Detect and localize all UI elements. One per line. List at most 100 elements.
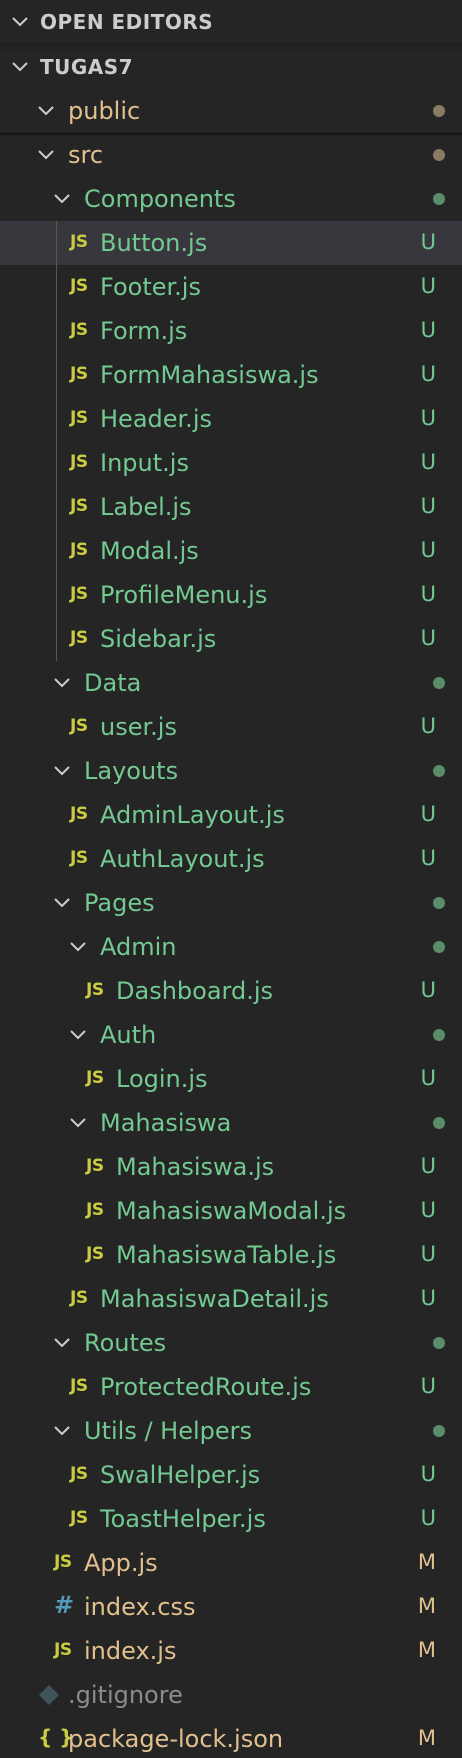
tree-item-label: Components xyxy=(84,185,236,213)
tree-file[interactable]: JS MahasiswaTable.js U xyxy=(0,1233,462,1277)
tree-file[interactable]: JS Header.js U xyxy=(0,397,462,441)
tree-file[interactable]: JS Footer.js U xyxy=(0,265,462,309)
tree-file[interactable]: JS Input.js U xyxy=(0,441,462,485)
tree-item-label: .gitignore xyxy=(68,1681,183,1709)
git-status-badge: U xyxy=(420,1374,436,1398)
tree-item-label: index.js xyxy=(84,1637,177,1665)
status-dot xyxy=(433,1029,445,1041)
git-status-badge: M xyxy=(417,1594,436,1618)
tree-item-label: AdminLayout.js xyxy=(100,801,285,829)
tree-folder[interactable]: Routes xyxy=(0,1321,462,1365)
git-status-badge: U xyxy=(420,1242,436,1266)
tree-file[interactable]: JS SwalHelper.js U xyxy=(0,1453,462,1497)
chevron-down-icon xyxy=(54,898,70,908)
tree-file[interactable]: JS Button.js U xyxy=(0,221,462,265)
javascript-file-icon: JS xyxy=(70,848,88,868)
javascript-file-icon: JS xyxy=(86,1068,104,1088)
javascript-file-icon: JS xyxy=(70,232,88,252)
tree-folder[interactable]: public xyxy=(0,89,462,133)
tree-folder[interactable]: Data xyxy=(0,661,462,705)
tree-item-label: Admin xyxy=(100,933,177,961)
javascript-file-icon: JS xyxy=(70,804,88,824)
indent-guide xyxy=(56,221,57,661)
tree-file[interactable]: JS user.js U xyxy=(0,705,462,749)
tree-file[interactable]: JS Mahasiswa.js U xyxy=(0,1145,462,1189)
tree-file[interactable]: # index.css M xyxy=(0,1585,462,1629)
tree-file[interactable]: JS Sidebar.js U xyxy=(0,617,462,661)
project-header[interactable]: TUGAS7 xyxy=(0,45,462,89)
tree-folder[interactable]: src xyxy=(0,133,462,177)
tree-file[interactable]: JS Label.js U xyxy=(0,485,462,529)
chevron-down-icon xyxy=(70,942,86,952)
tree-folder[interactable]: Auth xyxy=(0,1013,462,1057)
tree-folder[interactable]: Components xyxy=(0,177,462,221)
git-status-badge: U xyxy=(420,1198,436,1222)
tree-item-label: Layouts xyxy=(84,757,179,785)
git-status-badge: U xyxy=(420,802,436,826)
tree-file[interactable]: JS Login.js U xyxy=(0,1057,462,1101)
javascript-file-icon: JS xyxy=(70,1508,88,1528)
chevron-down-icon xyxy=(12,17,28,27)
tree-file[interactable]: JS Modal.js U xyxy=(0,529,462,573)
project-title: TUGAS7 xyxy=(40,55,134,79)
chevron-down-icon xyxy=(54,678,70,688)
tree-item-label: ProtectedRoute.js xyxy=(100,1373,312,1401)
git-status-badge: U xyxy=(420,274,436,298)
javascript-file-icon: JS xyxy=(70,1376,88,1396)
tree-folder[interactable]: Layouts xyxy=(0,749,462,793)
tree-folder[interactable]: Mahasiswa xyxy=(0,1101,462,1145)
chevron-down-icon xyxy=(70,1030,86,1040)
tree-file[interactable]: JS Form.js U xyxy=(0,309,462,353)
git-status-badge: U xyxy=(420,318,436,342)
chevron-down-icon xyxy=(54,1338,70,1348)
tree-folder[interactable]: Admin xyxy=(0,925,462,969)
tree-file[interactable]: { } package-lock.json M xyxy=(0,1717,462,1758)
git-status-badge: M xyxy=(417,1726,436,1750)
tree-file[interactable]: JS Dashboard.js U xyxy=(0,969,462,1013)
git-status-badge: U xyxy=(420,714,436,738)
tree-item-label: index.css xyxy=(84,1593,196,1621)
tree-item-label: package-lock.json xyxy=(68,1725,284,1753)
javascript-file-icon: JS xyxy=(70,716,88,736)
tree-item-label: MahasiswaModal.js xyxy=(116,1197,347,1225)
file-explorer: OPEN EDITORS TUGAS7 public src Components J… xyxy=(0,0,462,1758)
chevron-down-icon xyxy=(38,150,54,160)
tree-file[interactable]: .gitignore xyxy=(0,1673,462,1717)
git-status-badge: U xyxy=(420,582,436,606)
tree-file[interactable]: JS AdminLayout.js U xyxy=(0,793,462,837)
javascript-file-icon: JS xyxy=(70,320,88,340)
tree-item-label: Dashboard.js xyxy=(116,977,274,1005)
tree-file[interactable]: JS ProfileMenu.js U xyxy=(0,573,462,617)
javascript-file-icon: JS xyxy=(70,408,88,428)
open-editors-header[interactable]: OPEN EDITORS xyxy=(0,0,462,44)
tree-file[interactable]: JS App.js M xyxy=(0,1541,462,1585)
git-status-badge: U xyxy=(420,1154,436,1178)
tree-item-label: Auth xyxy=(100,1021,157,1049)
git-status-badge: U xyxy=(420,626,436,650)
tree-file[interactable]: JS MahasiswaDetail.js U xyxy=(0,1277,462,1321)
tree-item-label: MahasiswaTable.js xyxy=(116,1241,337,1269)
git-status-badge: U xyxy=(420,978,436,1002)
git-status-badge: M xyxy=(417,1550,436,1574)
tree-item-label: Mahasiswa xyxy=(100,1109,232,1137)
tree-file[interactable]: JS index.js M xyxy=(0,1629,462,1673)
tree-item-label: Routes xyxy=(84,1329,167,1357)
status-dot xyxy=(433,149,445,161)
tree-folder[interactable]: Utils / Helpers xyxy=(0,1409,462,1453)
javascript-file-icon: JS xyxy=(86,980,104,1000)
tree-item-label: Form.js xyxy=(100,317,188,345)
status-dot xyxy=(433,897,445,909)
tree-file[interactable]: JS ToastHelper.js U xyxy=(0,1497,462,1541)
status-dot xyxy=(433,941,445,953)
tree-folder[interactable]: Pages xyxy=(0,881,462,925)
javascript-file-icon: JS xyxy=(70,628,88,648)
tree-item-label: SwalHelper.js xyxy=(100,1461,261,1489)
git-status-badge: U xyxy=(420,1286,436,1310)
tree-item-label: Input.js xyxy=(100,449,189,477)
tree-file[interactable]: JS ProtectedRoute.js U xyxy=(0,1365,462,1409)
status-dot xyxy=(433,677,445,689)
tree-file[interactable]: JS AuthLayout.js U xyxy=(0,837,462,881)
tree-file[interactable]: JS FormMahasiswa.js U xyxy=(0,353,462,397)
javascript-file-icon: JS xyxy=(86,1244,104,1264)
tree-file[interactable]: JS MahasiswaModal.js U xyxy=(0,1189,462,1233)
